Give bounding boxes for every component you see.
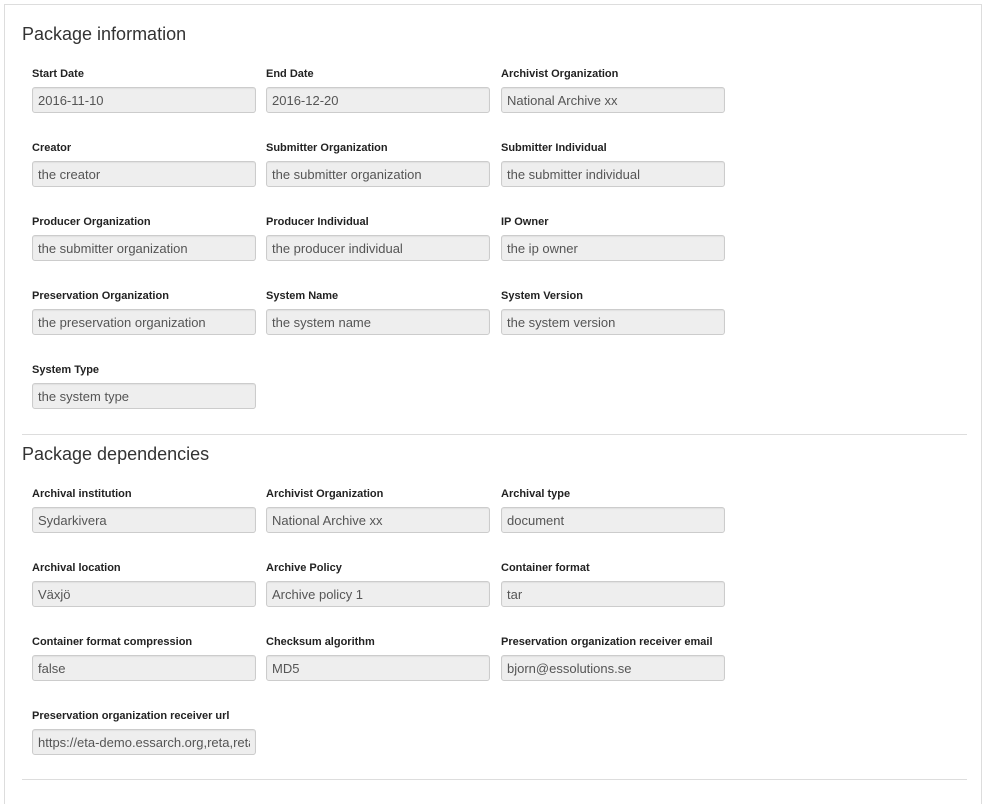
- preservation-organization-field: Preservation Organization: [32, 290, 256, 335]
- end-date-field: End Date: [266, 68, 490, 113]
- container-format-input[interactable]: [501, 581, 725, 607]
- ip-owner-input[interactable]: [501, 235, 725, 261]
- system-version-label: System Version: [501, 290, 583, 302]
- start-date-input[interactable]: [32, 87, 256, 113]
- checksum-algorithm-label: Checksum algorithm: [266, 636, 375, 648]
- submitter-organization-input[interactable]: [266, 161, 490, 187]
- system-version-field: System Version: [501, 290, 725, 335]
- producer-organization-field: Producer Organization: [32, 216, 256, 261]
- checksum-algorithm-field: Checksum algorithm: [266, 636, 490, 681]
- creator-field: Creator: [32, 142, 256, 187]
- producer-individual-field: Producer Individual: [266, 216, 490, 261]
- archival-location-label: Archival location: [32, 562, 121, 574]
- submitter-individual-input[interactable]: [501, 161, 725, 187]
- system-type-input[interactable]: [32, 383, 256, 409]
- container-format-compression-field: Container format compression: [32, 636, 256, 681]
- start-date-field: Start Date: [32, 68, 256, 113]
- archival-institution-input[interactable]: [32, 507, 256, 533]
- archival-type-input[interactable]: [501, 507, 725, 533]
- system-version-input[interactable]: [501, 309, 725, 335]
- container-format-label: Container format: [501, 562, 590, 574]
- archival-location-field: Archival location: [32, 562, 256, 607]
- ip-owner-field: IP Owner: [501, 216, 725, 261]
- archivist-organization-field: Archivist Organization: [266, 488, 490, 533]
- preservation-organization-receiver-url-input[interactable]: [32, 729, 256, 755]
- section-divider-bottom: [22, 779, 967, 780]
- producer-individual-input[interactable]: [266, 235, 490, 261]
- archive-policy-field: Archive Policy: [266, 562, 490, 607]
- submitter-organization-label: Submitter Organization: [266, 142, 388, 154]
- container-format-compression-label: Container format compression: [32, 636, 193, 648]
- archive-policy-input[interactable]: [266, 581, 490, 607]
- ip-owner-label: IP Owner: [501, 216, 549, 228]
- archive-policy-label: Archive Policy: [266, 562, 342, 574]
- system-name-input[interactable]: [266, 309, 490, 335]
- archival-location-input[interactable]: [32, 581, 256, 607]
- archivist-organization-input[interactable]: [266, 507, 490, 533]
- preservation-organization-receiver-email-input[interactable]: [501, 655, 725, 681]
- section-divider: [22, 434, 967, 435]
- producer-individual-label: Producer Individual: [266, 216, 369, 228]
- system-type-label: System Type: [32, 364, 100, 376]
- creator-label: Creator: [32, 142, 72, 154]
- archivist-organization-field: Archivist Organization: [501, 68, 725, 113]
- archival-type-field: Archival type: [501, 488, 725, 533]
- preservation-organization-receiver-url-label: Preservation organization receiver url: [32, 710, 230, 722]
- package-information-title: Package information: [22, 24, 187, 44]
- system-type-field: System Type: [32, 364, 256, 409]
- container-format-compression-input[interactable]: [32, 655, 256, 681]
- start-date-label: Start Date: [32, 68, 84, 80]
- preservation-organization-input[interactable]: [32, 309, 256, 335]
- container-format-field: Container format: [501, 562, 725, 607]
- preservation-organization-receiver-email-field: Preservation organization receiver email: [501, 636, 725, 681]
- submitter-individual-label: Submitter Individual: [501, 142, 607, 154]
- archivist-organization-input[interactable]: [501, 87, 725, 113]
- preservation-organization-label: Preservation Organization: [32, 290, 169, 302]
- preservation-organization-receiver-email-label: Preservation organization receiver email: [501, 636, 713, 648]
- producer-organization-label: Producer Organization: [32, 216, 151, 228]
- end-date-label: End Date: [266, 68, 314, 80]
- producer-organization-input[interactable]: [32, 235, 256, 261]
- archivist-organization-label: Archivist Organization: [266, 488, 384, 500]
- end-date-input[interactable]: [266, 87, 490, 113]
- creator-input[interactable]: [32, 161, 256, 187]
- preservation-organization-receiver-url-field: Preservation organization receiver url: [32, 710, 256, 755]
- submitter-organization-field: Submitter Organization: [266, 142, 490, 187]
- archival-type-label: Archival type: [501, 488, 571, 500]
- archival-institution-label: Archival institution: [32, 488, 132, 500]
- archival-institution-field: Archival institution: [32, 488, 256, 533]
- checksum-algorithm-input[interactable]: [266, 655, 490, 681]
- package-dependencies-title: Package dependencies: [22, 444, 210, 464]
- archivist-organization-label: Archivist Organization: [501, 68, 619, 80]
- submitter-individual-field: Submitter Individual: [501, 142, 725, 187]
- system-name-field: System Name: [266, 290, 490, 335]
- system-name-label: System Name: [266, 290, 339, 302]
